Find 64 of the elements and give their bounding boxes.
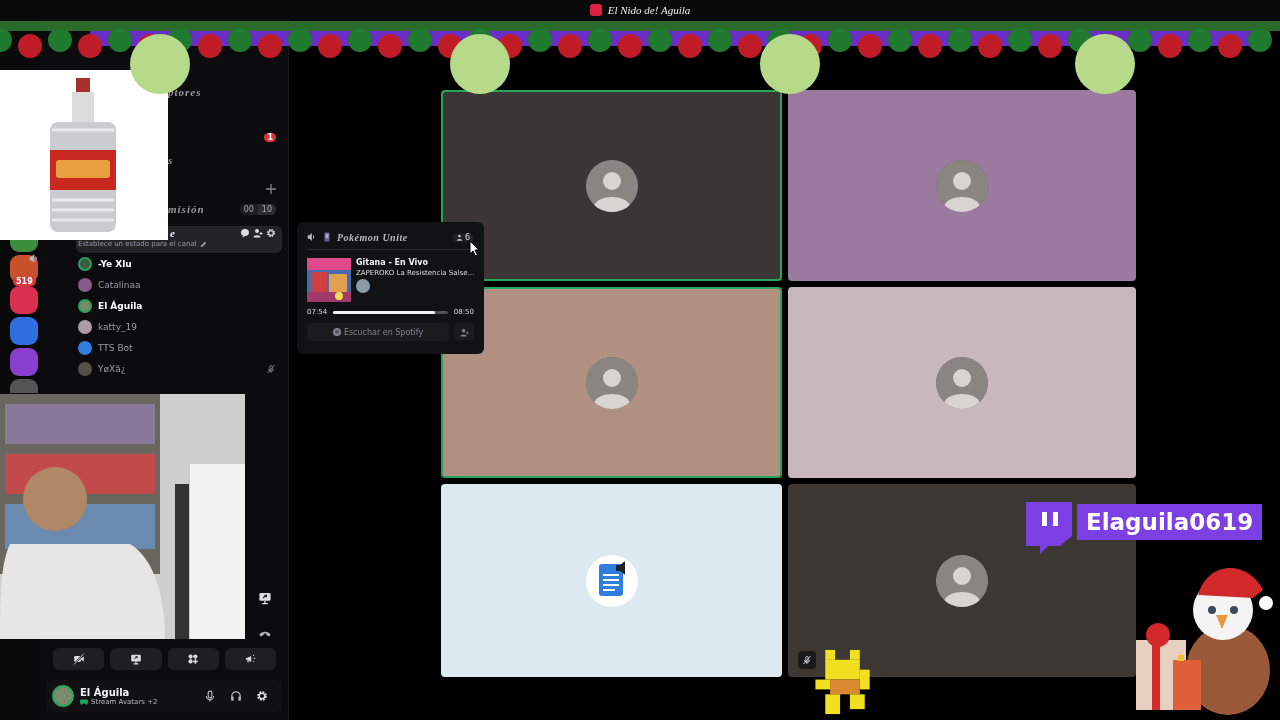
- user-avatar: [585, 159, 638, 212]
- headphones-icon: [230, 690, 242, 702]
- user-avatar: [936, 356, 988, 409]
- video-tile[interactable]: [788, 287, 1136, 478]
- add-person-icon: [459, 327, 469, 337]
- camera-off-button[interactable]: [53, 648, 105, 670]
- unread-badge: 1: [264, 132, 276, 142]
- user-avatar[interactable]: [52, 685, 74, 707]
- category-label[interactable]: ptores: [168, 86, 202, 98]
- cursor-icon: [469, 240, 480, 257]
- server-icon[interactable]: [10, 240, 38, 252]
- listener-avatar: [356, 279, 370, 293]
- user-limit-counter: 00 10: [239, 203, 276, 215]
- track-title: Gitana - En Vivo: [356, 258, 429, 267]
- member-name[interactable]: -Ye Xlu: [98, 258, 276, 269]
- game-icon: [322, 232, 332, 242]
- screen-share-icon[interactable]: [258, 591, 272, 605]
- shapes-icon: [187, 653, 200, 665]
- megaphone-icon: [244, 653, 257, 665]
- channel-name[interactable]: misión: [168, 203, 205, 215]
- member-name[interactable]: Catalinaa: [98, 279, 276, 290]
- user-avatar: [585, 356, 638, 409]
- server-icon[interactable]: [10, 348, 38, 376]
- microphone-icon: [204, 690, 216, 702]
- speaker-icon: [307, 232, 317, 242]
- server-icon[interactable]: 519: [10, 255, 38, 283]
- activities-button[interactable]: [167, 648, 219, 670]
- video-tile[interactable]: [441, 287, 782, 478]
- invite-button[interactable]: [454, 323, 474, 341]
- settings-icon[interactable]: [266, 228, 276, 238]
- voice-channel-header[interactable]: e: [168, 226, 282, 240]
- screen-share-icon: [129, 653, 142, 665]
- screen-share-button[interactable]: [110, 648, 162, 670]
- user-name: El Águila: [80, 686, 131, 698]
- category-label[interactable]: s: [168, 154, 174, 166]
- member-name[interactable]: YøXã¿: [98, 363, 260, 374]
- soundboard-button[interactable]: [224, 648, 276, 670]
- spotify-icon: [332, 328, 341, 336]
- add-person-icon[interactable]: [253, 228, 263, 238]
- camera-off-icon: [72, 653, 85, 665]
- member-name[interactable]: TTS Bot: [98, 342, 276, 353]
- channel-name: e: [170, 227, 175, 239]
- mention-count: 519: [13, 277, 36, 286]
- settings-icon: [256, 690, 268, 702]
- plus-icon[interactable]: [266, 184, 276, 194]
- user-avatar: [936, 159, 988, 212]
- server-icon[interactable]: [10, 379, 38, 393]
- listen-button[interactable]: Escuchar en Spotify: [307, 323, 449, 341]
- member-name[interactable]: katty_19: [98, 321, 276, 332]
- chat-icon[interactable]: [240, 228, 250, 238]
- gamepad-icon: [80, 698, 88, 705]
- channel-name: Elaguila0619: [1077, 504, 1263, 540]
- listener-count: 6: [451, 232, 474, 242]
- game-name: Pokémon Unite: [337, 231, 409, 243]
- video-tile[interactable]: [788, 90, 1136, 281]
- app-icon: [589, 4, 602, 16]
- user-avatar: [936, 554, 988, 607]
- server-icon[interactable]: [10, 286, 38, 314]
- server-icon[interactable]: [10, 317, 38, 345]
- video-tile[interactable]: [441, 484, 782, 677]
- window-title: El Nido de! Aguila: [607, 4, 691, 16]
- people-icon: [455, 233, 463, 241]
- member-name[interactable]: El Águila: [98, 300, 276, 311]
- document-speaker-icon: [585, 554, 638, 607]
